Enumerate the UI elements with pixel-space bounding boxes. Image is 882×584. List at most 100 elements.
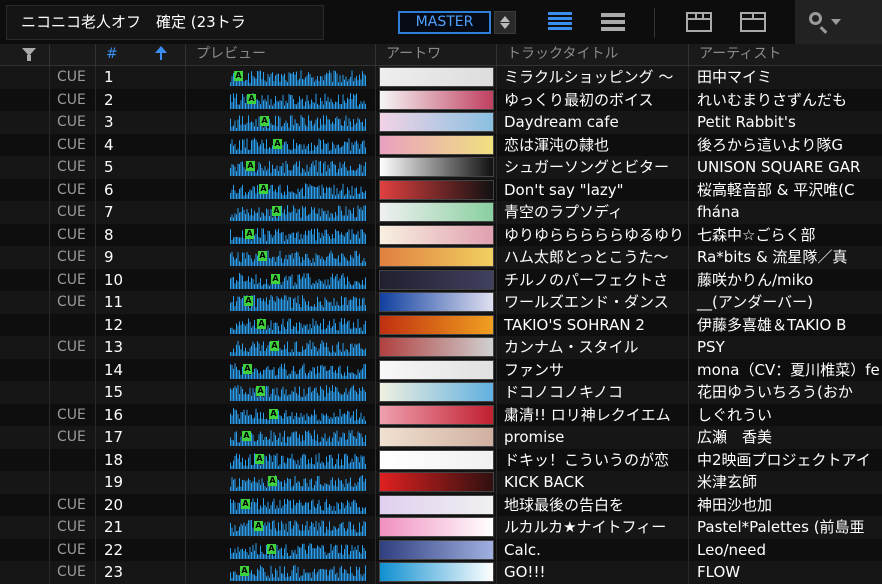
track-row[interactable]: CUE 1 A ミラクルショッピング 〜田中マイミ <box>0 66 882 89</box>
waveform-preview[interactable]: A <box>186 66 376 89</box>
track-row[interactable]: CUE 10 A チルノのパーフェクトさ 藤咲かりん/miko <box>0 268 882 291</box>
waveform-graphic[interactable]: A <box>230 294 366 311</box>
number-column-header[interactable]: # <box>96 44 186 65</box>
track-row[interactable]: CUE 16 A 粛清!! ロリ神レクイエム しぐれうい <box>0 403 882 426</box>
track-row[interactable]: CUE 3 A Daydream cafe Petit Rabbit's <box>0 111 882 134</box>
track-row[interactable]: 19 A KICK BACK 米津玄師 <box>0 471 882 494</box>
row-flag-cell <box>0 426 50 449</box>
waveform-graphic[interactable]: A <box>230 429 366 446</box>
cue-indicator: CUE <box>50 201 96 224</box>
chevron-down-icon[interactable] <box>500 23 510 29</box>
waveform-preview[interactable]: A <box>186 133 376 156</box>
track-row[interactable]: CUE 7 A 青空のラプソディ fhána <box>0 201 882 224</box>
waveform-graphic[interactable]: A <box>230 114 366 131</box>
waveform-preview[interactable]: A <box>186 381 376 404</box>
track-row[interactable]: 18 A ドキッ！こういうのが恋 中2映画プロジェクトアイ <box>0 448 882 471</box>
waveform-preview[interactable]: A <box>186 426 376 449</box>
cue-indicator: CUE <box>50 516 96 539</box>
waveform-preview[interactable]: A <box>186 358 376 381</box>
track-row[interactable]: 15 A ドコノコノキノコ 花田ゆういちろう(おか <box>0 381 882 404</box>
waveform-preview[interactable]: A <box>186 156 376 179</box>
track-row[interactable]: CUE 8 A ゆりゆらららららゆるゆり 七森中☆ごらく部 <box>0 223 882 246</box>
waveform-preview[interactable]: A <box>186 313 376 336</box>
waveform-preview[interactable]: A <box>186 516 376 539</box>
track-row[interactable]: CUE 17 Apromise 広瀬 香美 <box>0 426 882 449</box>
waveform-preview[interactable]: A <box>186 111 376 134</box>
waveform-graphic[interactable]: A <box>230 159 366 176</box>
waveform-graphic[interactable]: A <box>230 339 366 356</box>
track-row[interactable]: CUE 22 A Calc. Leo/need <box>0 538 882 561</box>
waveform-graphic[interactable]: A <box>230 272 366 289</box>
waveform-preview[interactable]: A <box>186 538 376 561</box>
waveform-graphic[interactable]: A <box>230 204 366 221</box>
waveform-graphic[interactable]: A <box>230 474 366 491</box>
track-row[interactable]: CUE 20 A 地球最後の告白を 神田沙也加 <box>0 493 882 516</box>
waveform-graphic[interactable]: A <box>230 317 366 334</box>
row-flag-cell <box>0 246 50 269</box>
waveform-preview[interactable]: A <box>186 223 376 246</box>
waveform-preview[interactable]: A <box>186 291 376 314</box>
artwork-grid-view-icon[interactable] <box>686 12 712 32</box>
track-artist: Leo/need <box>697 540 767 559</box>
track-row[interactable]: 12 A TAKIO'S SOHRAN 2 伊藤多喜雄＆TAKIO B <box>0 313 882 336</box>
track-row[interactable]: CUE 21 A ルカルカ★ナイトフィー Pastel*Palettes (前島亜 <box>0 516 882 539</box>
filter-column[interactable] <box>0 44 50 65</box>
cue-point-marker: A <box>268 476 277 486</box>
track-row[interactable]: 14 A ファンサ mona（CV：夏川椎菜）fe <box>0 358 882 381</box>
track-row[interactable]: CUE 6 A Don't say "lazy" 桜高軽音部 & 平沢唯(C <box>0 178 882 201</box>
track-row[interactable]: CUE 2 A ゆっくり最初のボイス れいむまりさずんだも <box>0 88 882 111</box>
list-view-simple-icon[interactable] <box>601 12 625 32</box>
track-row[interactable]: CUE 9 A ハム太郎とっとこうた〜 Ra*bits & 流星隊／真 <box>0 246 882 269</box>
track-title: 粛清!! ロリ神レクイエム <box>497 403 689 426</box>
waveform-graphic[interactable]: A <box>230 497 366 514</box>
filter-icon[interactable] <box>22 48 36 61</box>
waveform-preview[interactable]: A <box>186 336 376 359</box>
artwork-thumbnail <box>379 449 494 470</box>
waveform-graphic[interactable]: A <box>230 69 366 86</box>
track-row[interactable]: CUE 23 A GO!!! FLOW <box>0 561 882 584</box>
waveform-preview[interactable]: A <box>186 201 376 224</box>
waveform-graphic[interactable]: A <box>230 137 366 154</box>
list-view-detailed-icon[interactable] <box>548 12 572 32</box>
waveform-preview[interactable]: A <box>186 471 376 494</box>
waveform-graphic[interactable]: A <box>230 182 366 199</box>
waveform-graphic[interactable]: A <box>230 384 366 401</box>
cue-indicator: CUE <box>50 336 96 359</box>
waveform-preview[interactable]: A <box>186 561 376 584</box>
waveform-graphic[interactable]: A <box>230 362 366 379</box>
preview-column-header[interactable]: プレビュー <box>186 44 376 65</box>
artwork-thumbnail <box>379 494 494 515</box>
waveform-preview[interactable]: A <box>186 88 376 111</box>
track-row[interactable]: CUE 4 A 恋は渾沌の隷也 後ろから這いより隊G <box>0 133 882 156</box>
waveform-preview[interactable]: A <box>186 268 376 291</box>
artwork-thumbnail <box>379 314 494 335</box>
track-row[interactable]: CUE 5 A シュガーソングとビター UNISON SQUARE GAR <box>0 156 882 179</box>
artist-column-header[interactable]: アーティスト <box>689 44 882 65</box>
master-button[interactable]: MASTER <box>398 11 491 34</box>
artwork-column-header[interactable]: アートワ <box>376 44 497 65</box>
waveform-graphic[interactable]: A <box>230 564 366 581</box>
waveform-graphic[interactable]: A <box>230 227 366 244</box>
waveform-preview[interactable]: A <box>186 403 376 426</box>
waveform-graphic[interactable]: A <box>230 542 366 559</box>
track-row[interactable]: CUE 11 A ワールズエンド・ダンス __(アンダーバー) <box>0 291 882 314</box>
track-title-column-header[interactable]: トラックタイトル <box>497 44 689 65</box>
waveform-preview[interactable]: A <box>186 178 376 201</box>
waveform-preview[interactable]: A <box>186 448 376 471</box>
waveform-graphic[interactable]: A <box>230 249 366 266</box>
artwork-list-view-icon[interactable] <box>740 12 766 32</box>
search-button[interactable] <box>795 0 882 44</box>
waveform-graphic[interactable]: A <box>230 519 366 536</box>
track-row[interactable]: CUE 13 A カンナム・スタイル PSY <box>0 336 882 359</box>
cue-column-header[interactable] <box>50 44 96 65</box>
waveform-graphic[interactable]: A <box>230 452 366 469</box>
waveform-graphic[interactable]: A <box>230 407 366 424</box>
waveform-preview[interactable]: A <box>186 493 376 516</box>
master-stepper[interactable] <box>494 11 516 34</box>
artwork-thumbnail <box>379 292 494 312</box>
row-flag-cell <box>0 291 50 314</box>
waveform-preview[interactable]: A <box>186 246 376 269</box>
chevron-up-icon[interactable] <box>500 16 510 22</box>
waveform-graphic[interactable]: A <box>230 92 366 109</box>
track-number: 12 <box>96 313 186 336</box>
